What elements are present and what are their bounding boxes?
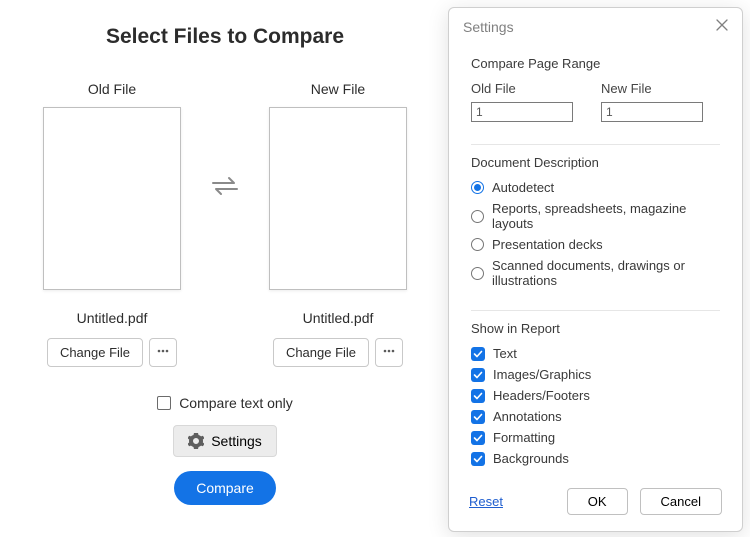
new-file-column: New File Untitled.pdf Change File [258, 81, 418, 367]
page-range-new-label: New File [601, 81, 703, 96]
settings-button[interactable]: Settings [173, 425, 277, 457]
page-range-old-input[interactable] [471, 102, 573, 122]
radio-icon [471, 181, 484, 194]
doc-description-heading: Document Description [471, 155, 720, 170]
divider [471, 310, 720, 311]
doc-description-option-label: Presentation decks [492, 237, 603, 252]
checkbox-icon [471, 410, 485, 424]
new-file-heading: New File [258, 81, 418, 97]
reset-link[interactable]: Reset [469, 494, 503, 509]
show-in-report-option-label: Backgrounds [493, 451, 569, 466]
checkbox-icon [157, 396, 171, 410]
old-file-menu-button[interactable] [149, 338, 177, 367]
show-in-report-option[interactable]: Images/Graphics [471, 367, 720, 382]
radio-icon [471, 238, 484, 251]
settings-button-label: Settings [211, 433, 262, 449]
change-old-file-button[interactable]: Change File [47, 338, 143, 367]
ok-button[interactable]: OK [567, 488, 628, 515]
page-range-heading: Compare Page Range [471, 56, 720, 71]
doc-description-option[interactable]: Autodetect [471, 180, 720, 195]
doc-description-option[interactable]: Presentation decks [471, 237, 720, 252]
page-range-new-input[interactable] [601, 102, 703, 122]
doc-description-option-label: Scanned documents, drawings or illustrat… [492, 258, 720, 288]
show-in-report-heading: Show in Report [471, 321, 720, 336]
old-file-thumbnail[interactable] [43, 107, 181, 290]
change-new-file-button[interactable]: Change File [273, 338, 369, 367]
show-in-report-option[interactable]: Formatting [471, 430, 720, 445]
show-in-report-option[interactable]: Backgrounds [471, 451, 720, 466]
doc-description-option-label: Autodetect [492, 180, 554, 195]
more-icon [382, 344, 396, 361]
compare-text-only-label: Compare text only [179, 395, 293, 411]
checkbox-icon [471, 368, 485, 382]
more-icon [156, 344, 170, 361]
new-file-menu-button[interactable] [375, 338, 403, 367]
divider [471, 144, 720, 145]
show-in-report-option[interactable]: Text [471, 346, 720, 361]
doc-description-option[interactable]: Reports, spreadsheets, magazine layouts [471, 201, 720, 231]
show-in-report-option-label: Text [493, 346, 517, 361]
old-file-name: Untitled.pdf [32, 310, 192, 326]
old-file-heading: Old File [32, 81, 192, 97]
old-file-column: Old File Untitled.pdf Change File [32, 81, 192, 367]
show-in-report-option-label: Annotations [493, 409, 562, 424]
doc-description-option-label: Reports, spreadsheets, magazine layouts [492, 201, 720, 231]
cancel-button[interactable]: Cancel [640, 488, 722, 515]
gear-icon [188, 433, 204, 449]
page-title: Select Files to Compare [0, 25, 450, 49]
show-in-report-option-label: Images/Graphics [493, 367, 591, 382]
doc-description-option[interactable]: Scanned documents, drawings or illustrat… [471, 258, 720, 288]
close-icon[interactable] [712, 16, 732, 38]
checkbox-icon [471, 347, 485, 361]
settings-dialog: Settings Compare Page Range Old File New… [448, 7, 743, 532]
show-in-report-option-label: Headers/Footers [493, 388, 590, 403]
compare-text-only-checkbox[interactable]: Compare text only [157, 395, 293, 411]
checkbox-icon [471, 431, 485, 445]
checkbox-icon [471, 389, 485, 403]
checkbox-icon [471, 452, 485, 466]
radio-icon [471, 267, 484, 280]
dialog-title: Settings [463, 19, 514, 35]
swap-icon[interactable] [210, 174, 240, 198]
show-in-report-option[interactable]: Annotations [471, 409, 720, 424]
show-in-report-option-label: Formatting [493, 430, 555, 445]
new-file-thumbnail[interactable] [269, 107, 407, 290]
radio-icon [471, 210, 484, 223]
show-in-report-option[interactable]: Headers/Footers [471, 388, 720, 403]
page-range-old-label: Old File [471, 81, 573, 96]
compare-button[interactable]: Compare [174, 471, 276, 505]
new-file-name: Untitled.pdf [258, 310, 418, 326]
